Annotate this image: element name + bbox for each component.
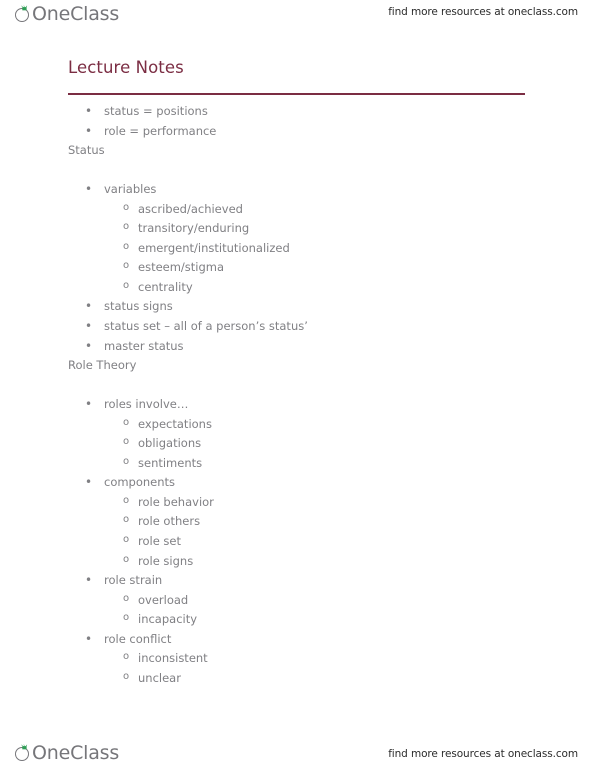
outline-list-item: • status signs	[0, 299, 595, 319]
lecture-notes-outline: • status = positions • role = performance St…	[0, 104, 595, 690]
outline-item-label: esteem/stigma	[138, 260, 225, 275]
outline-item-label: incapacity	[138, 612, 198, 627]
outline-item-label: roles involve…	[104, 397, 189, 412]
outline-item-label: master status	[104, 338, 184, 353]
outline-item-label: transitory/enduring	[138, 221, 250, 236]
bullet-icon: •	[85, 182, 93, 197]
circle-bullet-icon: o	[123, 494, 130, 506]
outline-list-item: o ascribed/achieved	[0, 202, 595, 222]
page-header: OneClass find more resources at oneclass…	[0, 0, 595, 34]
outline-list-item: o incapacity	[0, 612, 595, 632]
circle-bullet-icon: o	[123, 240, 130, 252]
outline-list-item: • roles involve…	[0, 397, 595, 417]
circle-bullet-icon: o	[123, 592, 130, 604]
outline-item-label: status = positions	[104, 104, 208, 118]
outline-heading: Status	[0, 143, 595, 163]
outline-list-item: o role set	[0, 534, 595, 554]
bullet-icon: •	[85, 475, 93, 490]
outline-list-item: o sentiments	[0, 456, 595, 476]
bullet-icon: •	[85, 123, 93, 138]
outline-list-item: • role conflict	[0, 632, 595, 652]
outline-list-item: • status set – all of a person’s status’	[0, 319, 595, 339]
bullet-icon: •	[85, 338, 93, 353]
circle-bullet-icon: o	[123, 514, 130, 526]
outline-item-label: centrality	[138, 279, 193, 294]
outline-list-item: o inconsistent	[0, 651, 595, 671]
outline-list-item: o unclear	[0, 671, 595, 691]
outline-list-item: • master status	[0, 339, 595, 359]
header-tagline: find more resources at oneclass.com	[388, 6, 578, 18]
outline-list-item: o overload	[0, 593, 595, 613]
outline-item-label: role strain	[104, 573, 163, 588]
outline-list-item: o obligations	[0, 436, 595, 456]
outline-list-item: • role = performance	[0, 124, 595, 144]
outline-item-label: role conflict	[104, 631, 172, 646]
page-footer: OneClass find more resources at oneclass…	[0, 732, 595, 770]
outline-item-label: role signs	[138, 553, 194, 568]
outline-spacer	[0, 378, 595, 398]
circle-bullet-icon: o	[123, 612, 130, 624]
outline-list-item: o role others	[0, 514, 595, 534]
bullet-icon: •	[85, 631, 93, 646]
outline-item-label: sentiments	[138, 455, 203, 470]
outline-list-item: • status = positions	[0, 104, 595, 124]
outline-item-label: emergent/institutionalized	[138, 240, 290, 255]
outline-item-label: Role Theory	[68, 358, 137, 373]
circle-bullet-icon: o	[123, 201, 130, 213]
header-brand-logo[interactable]: OneClass	[14, 1, 119, 27]
outline-list-item: • components	[0, 475, 595, 495]
circle-bullet-icon: o	[123, 416, 130, 428]
outline-list-item: o role behavior	[0, 495, 595, 515]
bullet-icon: •	[85, 573, 93, 588]
outline-list-item: o expectations	[0, 417, 595, 437]
footer-logo-text: OneClass	[32, 741, 120, 764]
oneclass-sprout-logo-icon	[14, 743, 33, 763]
outline-item-label: inconsistent	[138, 651, 208, 666]
footer-tagline: find more resources at oneclass.com	[388, 748, 578, 760]
page-title: Lecture Notes	[68, 58, 184, 77]
outline-item-label: status set – all of a person’s status’	[104, 319, 308, 334]
bullet-icon: •	[85, 397, 93, 412]
outline-list-item: o role signs	[0, 554, 595, 574]
outline-item-label: role behavior	[138, 494, 214, 509]
circle-bullet-icon: o	[123, 260, 130, 272]
circle-bullet-icon: o	[123, 534, 130, 546]
outline-heading: Role Theory	[0, 358, 595, 378]
circle-bullet-icon: o	[123, 279, 130, 291]
outline-spacer	[0, 163, 595, 183]
circle-bullet-icon: o	[123, 221, 130, 233]
circle-bullet-icon: o	[123, 670, 130, 682]
outline-item-label: role set	[138, 534, 182, 549]
outline-list-item: o centrality	[0, 280, 595, 300]
outline-item-label: status signs	[104, 299, 173, 314]
bullet-icon: •	[85, 319, 93, 334]
circle-bullet-icon: o	[123, 436, 130, 448]
outline-list-item: o esteem/stigma	[0, 260, 595, 280]
outline-list-item: o transitory/enduring	[0, 221, 595, 241]
outline-item-label: ascribed/achieved	[138, 201, 243, 216]
outline-item-label: expectations	[138, 416, 212, 431]
footer-brand-logo[interactable]: OneClass	[14, 740, 119, 766]
outline-item-label: Status	[68, 143, 105, 158]
outline-item-label: role = performance	[104, 123, 217, 138]
circle-bullet-icon: o	[123, 553, 130, 565]
outline-list-item: • variables	[0, 182, 595, 202]
header-logo-text: OneClass	[32, 2, 120, 25]
outline-item-label: variables	[104, 182, 157, 197]
outline-list-item: • role strain	[0, 573, 595, 593]
outline-list-item: o emergent/institutionalized	[0, 241, 595, 261]
oneclass-sprout-logo-icon	[14, 4, 33, 24]
circle-bullet-icon: o	[123, 455, 130, 467]
outline-item-label: overload	[138, 592, 189, 607]
outline-item-label: role others	[138, 514, 201, 529]
title-divider	[68, 93, 525, 95]
bullet-icon: •	[85, 299, 93, 314]
outline-item-label: components	[104, 475, 176, 490]
outline-item-label: unclear	[138, 670, 181, 685]
circle-bullet-icon: o	[123, 651, 130, 663]
outline-item-label: obligations	[138, 436, 202, 451]
bullet-icon: •	[85, 104, 93, 118]
